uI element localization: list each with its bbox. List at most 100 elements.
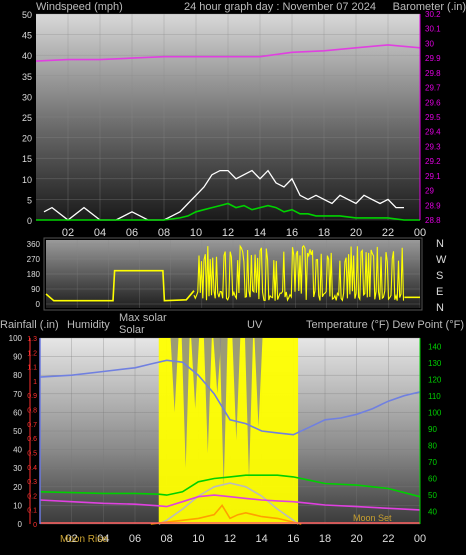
max-solar-label: Max solar (119, 312, 167, 324)
barometer-tick-label: 29.6 (425, 98, 441, 107)
barometer-tick-label: 29.1 (425, 172, 441, 181)
temperature-dewpoint-label: Temperature (°F) Dew Point (°F) (306, 319, 464, 331)
barometer-tick-label: 29.9 (425, 54, 441, 63)
bottom-x-tick-label: 06 (129, 533, 141, 545)
humidity-tick-label: 90 (13, 353, 22, 362)
top-x-tick-label: 02 (62, 227, 74, 239)
compass-letter-n: N (436, 302, 444, 314)
barometer-tick-label: 28.8 (425, 216, 441, 225)
top-x-axis-ticks: 02 04 06 08 10 12 14 16 18 20 22 00 (62, 227, 426, 239)
rainfall-tick-label: 1.2 (27, 350, 37, 357)
barometer-tick-label: 30.1 (425, 25, 441, 34)
moon-rise-label: Moon Rise (60, 534, 108, 545)
humidity-tick-label: 40 (13, 446, 22, 455)
temperature-axis-ticks: 40 50 60 70 80 90 100 110 120 130 140 (428, 342, 442, 516)
compass-letter-w: W (436, 254, 447, 266)
rainfall-tick-label: 0.2 (27, 493, 37, 500)
rainfall-tick-label: 0.1 (27, 508, 37, 515)
bottom-x-tick-label: 18 (319, 533, 331, 545)
rainfall-tick-label: 0.7 (27, 422, 37, 429)
humidity-axis-ticks: 0 10 20 30 40 50 60 70 80 90 100 (9, 334, 23, 529)
temperature-tick-label: 80 (428, 441, 437, 450)
rainfall-tick-label: 0.8 (27, 408, 37, 415)
weather-graph: 0 5 10 15 20 25 30 35 40 45 50 28.8 28.9 29 29.1 29.2 2… (0, 0, 466, 550)
top-x-tick-label: 22 (382, 227, 394, 239)
bottom-x-tick-label: 10 (192, 533, 204, 545)
temperature-tick-label: 120 (428, 375, 442, 384)
compass-letter-n: N (436, 238, 444, 250)
top-x-tick-label: 08 (158, 227, 170, 239)
windspeed-tick-label: 20 (22, 134, 32, 144)
humidity-tick-label: 20 (13, 483, 22, 492)
bottom-x-axis-ticks: 02 04 06 08 10 12 14 16 18 20 22 00 (66, 533, 427, 545)
windspeed-tick-label: 50 (22, 10, 32, 20)
temperature-tick-label: 40 (428, 508, 437, 517)
wind-direction-tick-label: 90 (31, 285, 40, 294)
humidity-tick-label: 100 (9, 334, 23, 343)
weather-graph-svg: 05101520253035404550 28.828.92929.129.22… (0, 1, 466, 545)
barometer-tick-label: 29.4 (425, 128, 441, 137)
compass-letter-e: E (436, 286, 443, 298)
windspeed-tick-label: 25 (22, 113, 32, 123)
wind-direction-tick-label: 360 (27, 240, 41, 249)
rainfall-tick-label: 0.4 (27, 465, 37, 472)
rainfall-axis-ticks: 0 0.1 0.2 0.3 0.4 0.5 0.6 0.7 0.8 0.9 1 1.1 1.2 1.3 (27, 336, 37, 529)
humidity-tick-label: 50 (13, 427, 22, 436)
barometer-tick-label: 29.8 (425, 69, 441, 78)
barometer-tick-label: 29.2 (425, 157, 441, 166)
bottom-x-tick-label: 22 (382, 533, 394, 545)
temperature-tick-label: 60 (428, 475, 437, 484)
top-x-tick-label: 00 (414, 227, 426, 239)
barometer-tick-label: 29.7 (425, 84, 441, 93)
top-x-tick-label: 12 (222, 227, 234, 239)
top-x-tick-label: 16 (286, 227, 298, 239)
barometer-tick-label: 29.3 (425, 142, 441, 151)
barometer-tick-label: 28.9 (425, 201, 441, 210)
top-x-tick-label: 10 (190, 227, 202, 239)
rainfall-tick-label: 0.5 (27, 450, 37, 457)
rainfall-tick-label: 0.6 (27, 436, 37, 443)
compass-letter-s: S (436, 270, 443, 282)
humidity-tick-label: 0 (18, 520, 23, 529)
rainfall-tick-label: 0.3 (27, 479, 37, 486)
wind-direction-tick-label: 180 (27, 270, 41, 279)
windspeed-axis-label: Windspeed (mph) (36, 1, 123, 13)
rainfall-tick-label: 0.9 (27, 393, 37, 400)
rainfall-tick-label: 1 (33, 379, 37, 386)
humidity-tick-label: 60 (13, 408, 22, 417)
top-x-tick-label: 14 (254, 227, 266, 239)
rainfall-label: Rainfall (.in) (0, 319, 59, 331)
windspeed-tick-label: 5 (27, 195, 32, 205)
bottom-x-tick-label: 12 (224, 533, 236, 545)
temperature-tick-label: 50 (428, 491, 437, 500)
barometer-tick-label: 30 (425, 39, 434, 48)
temperature-tick-label: 130 (428, 359, 442, 368)
humidity-label: Humidity (67, 319, 110, 331)
compass-direction-labels: NWSEN (436, 238, 447, 314)
windspeed-tick-label: 0 (27, 216, 32, 226)
barometer-axis-ticks: 28.8 28.9 29 29.1 29.2 29.3 29.4 29.5 29.6 29.7 29… (425, 10, 441, 225)
windspeed-tick-label: 30 (22, 92, 32, 102)
wind-direction-tick-label: 0 (36, 300, 41, 309)
temperature-tick-label: 70 (428, 458, 437, 467)
windspeed-tick-label: 45 (22, 31, 32, 41)
wind-direction-axis-ticks: 0 90 180 270 360 (27, 240, 41, 309)
top-x-tick-label: 04 (94, 227, 106, 239)
wind-direction-tick-label: 270 (27, 255, 41, 264)
humidity-tick-label: 70 (13, 390, 22, 399)
humidity-tick-label: 30 (13, 464, 22, 473)
temperature-tick-label: 90 (428, 425, 437, 434)
rainfall-tick-label: 1.3 (27, 336, 37, 343)
chart-title: 24 hour graph day : November 07 2024 (184, 1, 376, 13)
barometer-tick-label: 29.5 (425, 113, 441, 122)
windspeed-tick-label: 35 (22, 72, 32, 82)
bottom-x-tick-label: 08 (161, 533, 173, 545)
rainfall-tick-label: 1.1 (27, 365, 37, 372)
temperature-tick-label: 110 (428, 392, 441, 401)
solar-label: Solar (119, 324, 145, 336)
barometer-axis-label: Barometer (.in) (393, 1, 466, 13)
humidity-tick-label: 10 (13, 501, 22, 510)
windspeed-tick-label: 10 (22, 175, 32, 185)
temperature-tick-label: 100 (428, 408, 442, 417)
windspeed-tick-label: 15 (22, 154, 32, 164)
